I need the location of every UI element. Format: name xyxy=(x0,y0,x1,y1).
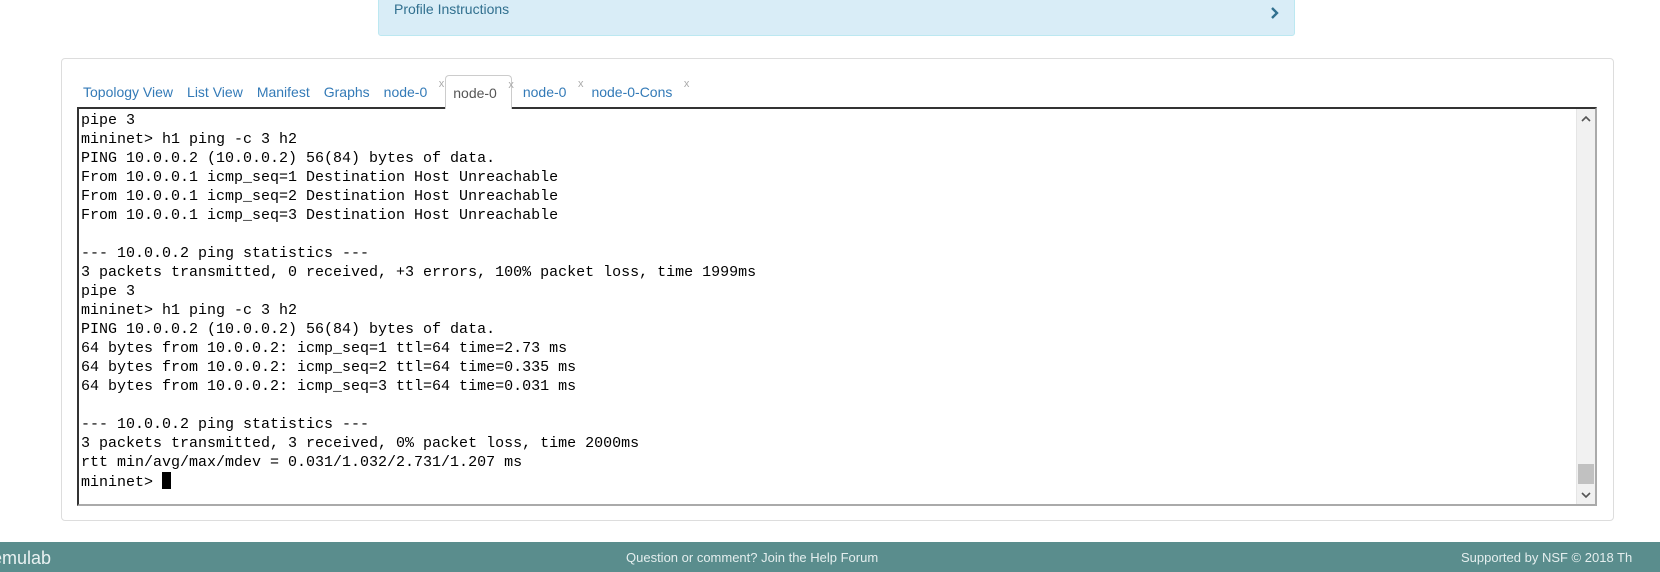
terminal-line: 3 packets transmitted, 3 received, 0% pa… xyxy=(81,435,640,452)
terminal-line: 3 packets transmitted, 0 received, +3 er… xyxy=(81,264,757,281)
close-tab-icon[interactable]: x xyxy=(578,68,584,100)
terminal-line: From 10.0.0.1 icmp_seq=2 Destination Hos… xyxy=(81,188,559,205)
scrollbar-thumb[interactable] xyxy=(1578,464,1594,484)
tab-label: Topology View xyxy=(83,84,174,100)
terminal-line: --- 10.0.0.2 ping statistics --- xyxy=(81,416,370,433)
tab-label: node-0-Cons xyxy=(591,84,673,100)
terminal-line: mininet> h1 ping -c 3 h2 xyxy=(81,131,298,148)
tab-bar: Topology View List View Manifest Graphs … xyxy=(76,74,690,109)
terminal-line: 64 bytes from 10.0.0.2: icmp_seq=2 ttl=6… xyxy=(81,359,577,376)
tab-label: node-0 xyxy=(383,84,428,100)
tab-label: Graphs xyxy=(323,84,370,100)
footer-brand-logo[interactable]: emulab xyxy=(0,548,51,569)
tab-node-0-a[interactable]: node-0 x xyxy=(377,76,445,108)
terminal-line: 64 bytes from 10.0.0.2: icmp_seq=3 ttl=6… xyxy=(81,378,577,395)
tab-node-0-c[interactable]: node-0 x xyxy=(516,76,584,108)
tab-topology-view[interactable]: Topology View xyxy=(76,76,180,108)
terminal-line: mininet> h1 ping -c 3 h2 xyxy=(81,302,298,319)
terminal-prompt: mininet> xyxy=(81,474,163,491)
terminal-line: From 10.0.0.1 icmp_seq=1 Destination Hos… xyxy=(81,169,559,186)
tab-manifest[interactable]: Manifest xyxy=(250,76,317,108)
scroll-down-icon[interactable] xyxy=(1577,486,1595,504)
terminal-line: pipe 3 xyxy=(81,283,136,300)
terminal-line: PING 10.0.0.2 (10.0.0.2) 56(84) bytes of… xyxy=(81,321,496,338)
chevron-right-icon[interactable] xyxy=(1270,6,1280,22)
close-tab-icon[interactable]: x xyxy=(439,68,445,100)
terminal-output: pipe 3 mininet> h1 ping -c 3 h2 PING 10.… xyxy=(81,111,756,492)
terminal-line: rtt min/avg/max/mdev = 0.031/1.032/2.731… xyxy=(81,454,523,471)
tab-label: Manifest xyxy=(256,84,310,100)
terminal-line: pipe 3 xyxy=(81,112,136,129)
profile-instructions-bar[interactable]: Profile Instructions xyxy=(378,0,1295,36)
profile-instructions-title[interactable]: Profile Instructions xyxy=(394,1,509,17)
terminal-line: From 10.0.0.1 icmp_seq=3 Destination Hos… xyxy=(81,207,559,224)
tab-node-0-active[interactable]: node-0 x xyxy=(445,75,514,109)
terminal-line: PING 10.0.0.2 (10.0.0.2) 56(84) bytes of… xyxy=(81,150,496,167)
tab-node-0-cons[interactable]: node-0-Cons x xyxy=(584,76,689,108)
tab-list-view[interactable]: List View xyxy=(180,76,250,108)
site-footer: emulab Question or comment? Join the Hel… xyxy=(0,542,1660,572)
terminal-line: --- 10.0.0.2 ping statistics --- xyxy=(81,245,370,262)
terminal-line: 64 bytes from 10.0.0.2: icmp_seq=1 ttl=6… xyxy=(81,340,568,357)
terminal-console[interactable]: pipe 3 mininet> h1 ping -c 3 h2 PING 10.… xyxy=(77,107,1597,506)
close-tab-icon[interactable]: x xyxy=(508,68,514,102)
scroll-up-icon[interactable] xyxy=(1577,109,1595,127)
tab-label: List View xyxy=(187,84,243,100)
close-tab-icon[interactable]: x xyxy=(684,68,690,100)
tab-graphs[interactable]: Graphs xyxy=(317,76,377,108)
tab-label: node-0 xyxy=(522,84,567,100)
tab-label: node-0 xyxy=(453,85,497,101)
terminal-cursor xyxy=(162,472,172,489)
terminal-scrollbar[interactable] xyxy=(1576,109,1595,504)
